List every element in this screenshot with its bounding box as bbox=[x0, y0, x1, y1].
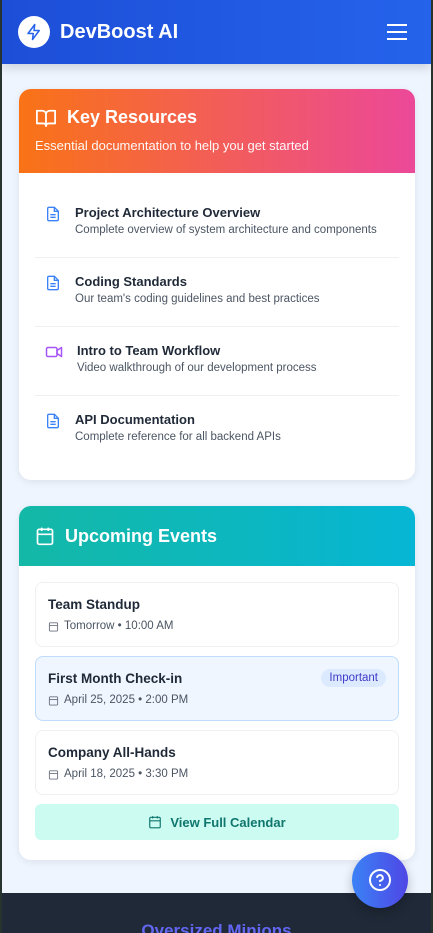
event-when: April 18, 2025 • 3:30 PM bbox=[64, 768, 189, 780]
important-badge: Important bbox=[321, 669, 386, 687]
video-icon bbox=[45, 346, 63, 358]
resource-desc: Complete overview of system architecture… bbox=[75, 224, 377, 236]
resource-desc: Our team's coding guidelines and best pr… bbox=[75, 293, 320, 305]
resource-title: Coding Standards bbox=[75, 274, 187, 289]
calendar-icon bbox=[48, 769, 59, 780]
calendar-icon bbox=[36, 527, 54, 546]
resource-item[interactable]: Project Architecture Overview Complete ov… bbox=[35, 189, 399, 258]
footer-title: Oversized Minions bbox=[141, 921, 292, 933]
help-icon bbox=[369, 869, 391, 891]
key-resources-card: Key Resources Essential documentation to… bbox=[19, 89, 415, 480]
help-button[interactable] bbox=[352, 852, 408, 908]
resource-title: Intro to Team Workflow bbox=[77, 343, 221, 358]
page: DevBoost AI Key Resources Essential docu… bbox=[2, 0, 431, 933]
events-title: Upcoming Events bbox=[65, 525, 218, 546]
hamburger-menu-icon[interactable] bbox=[387, 24, 407, 40]
resource-item[interactable]: Intro to Team Workflow Video walkthrough … bbox=[35, 327, 399, 396]
app-header: DevBoost AI bbox=[2, 0, 431, 64]
event-when: Tomorrow • 10:00 AM bbox=[64, 620, 174, 632]
resources-title: Key Resources bbox=[67, 107, 198, 127]
lightning-icon[interactable] bbox=[18, 16, 50, 48]
resource-desc: Complete reference for all backend APIs bbox=[75, 431, 281, 443]
file-icon bbox=[47, 413, 59, 429]
event-item[interactable]: First Month Check-in Important April 25,… bbox=[35, 656, 399, 721]
file-icon bbox=[47, 275, 59, 291]
calendar-icon bbox=[48, 695, 59, 706]
resource-item[interactable]: Coding Standards Our team's coding guidel… bbox=[35, 258, 399, 327]
calendar-icon bbox=[48, 621, 59, 632]
view-full-calendar-button[interactable]: View Full Calendar bbox=[35, 804, 399, 840]
file-icon bbox=[47, 206, 59, 222]
calendar-icon bbox=[149, 816, 162, 829]
resource-title: Project Architecture Overview bbox=[75, 205, 261, 220]
resource-title: API Documentation bbox=[75, 412, 195, 427]
upcoming-events-card: Upcoming Events Team Standup Tomorrow • … bbox=[19, 506, 415, 860]
book-icon bbox=[36, 109, 56, 127]
view-full-calendar-label: View Full Calendar bbox=[170, 814, 286, 830]
resource-desc: Video walkthrough of our development pro… bbox=[77, 362, 317, 374]
resources-subtitle: Essential documentation to help you get … bbox=[35, 138, 309, 153]
brand-name[interactable]: DevBoost AI bbox=[60, 21, 387, 44]
event-item[interactable]: Company All-Hands April 18, 2025 • 3:30 … bbox=[35, 730, 399, 795]
event-when: April 25, 2025 • 2:00 PM bbox=[64, 694, 189, 706]
event-item[interactable]: Team Standup Tomorrow • 10:00 AM bbox=[35, 582, 399, 647]
event-title: Team Standup bbox=[48, 597, 141, 612]
resource-item[interactable]: API Documentation Complete reference for … bbox=[35, 396, 399, 465]
event-title: Company All-Hands bbox=[48, 745, 176, 760]
